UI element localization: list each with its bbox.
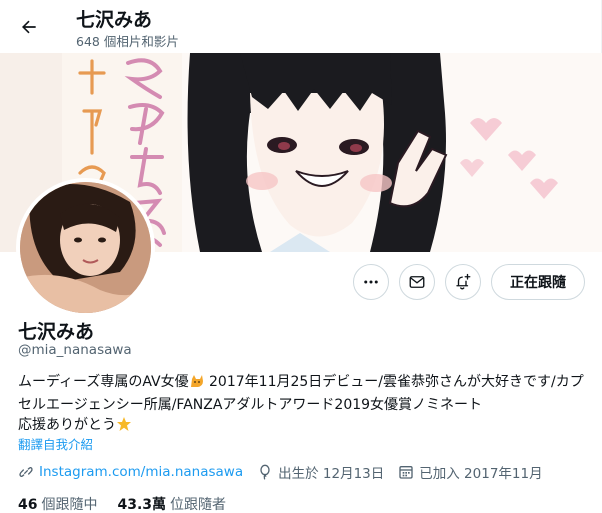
avatar[interactable] <box>16 178 155 317</box>
following-button[interactable]: 正在跟隨 <box>491 264 585 300</box>
followers-label: 位跟隨者 <box>170 497 227 513</box>
profile-top-bar: 七沢みあ 648 個相片和影片 <box>0 0 602 53</box>
profile-display-name: 七沢みあ <box>18 321 95 343</box>
star-emoji-icon <box>116 416 132 438</box>
birthday-text: 出生於 12月13日 <box>278 466 385 482</box>
avatar-image <box>20 182 151 313</box>
profile-meta: Instagram.com/mia.nanasawa 出生於 12月13日 已加… <box>18 462 557 482</box>
following-stat[interactable]: 46 個跟隨中 <box>18 494 97 513</box>
calendar-icon <box>399 466 413 479</box>
joined-item: 已加入 2017年11月 <box>398 462 543 482</box>
following-count: 46 <box>18 497 38 513</box>
following-label: 個跟隨中 <box>41 497 98 513</box>
link-icon <box>19 466 33 478</box>
envelope-icon <box>409 276 425 288</box>
header-media-count: 648 個相片和影片 <box>76 34 179 49</box>
balloon-icon <box>260 464 270 480</box>
followers-count: 43.3萬 <box>117 497 167 513</box>
arrow-left-icon <box>22 20 36 34</box>
notify-button[interactable] <box>445 264 481 300</box>
more-button[interactable] <box>353 264 389 300</box>
message-button[interactable] <box>399 264 435 300</box>
bio-text-1: ムーディーズ専属のAV女優 <box>18 374 189 390</box>
bell-plus-icon <box>456 273 471 290</box>
cat-emoji-icon <box>189 373 205 395</box>
profile-handle: @mia_nanasawa <box>18 342 132 358</box>
joined-text: 已加入 2017年11月 <box>419 466 543 482</box>
profile-bio: ムーディーズ専属のAV女優 2017年11月25日デビュー/雲雀恭弥さんが大好き… <box>18 372 588 438</box>
birthday-item: 出生於 12月13日 <box>257 462 384 482</box>
website-link[interactable]: Instagram.com/mia.nanasawa <box>39 464 243 480</box>
more-horizontal-icon <box>364 280 378 284</box>
back-button[interactable] <box>12 10 46 44</box>
followers-stat[interactable]: 43.3萬 位跟隨者 <box>117 494 226 513</box>
website-item: Instagram.com/mia.nanasawa <box>18 464 243 480</box>
bio-text-3: 応援ありがとう <box>18 417 116 433</box>
profile-actions: 正在跟隨 <box>353 264 585 300</box>
translate-bio-link[interactable]: 翻譯自我介紹 <box>18 434 93 453</box>
header-title: 七沢みあ <box>76 9 153 31</box>
follow-stats: 46 個跟隨中 43.3萬 位跟隨者 <box>18 494 246 513</box>
